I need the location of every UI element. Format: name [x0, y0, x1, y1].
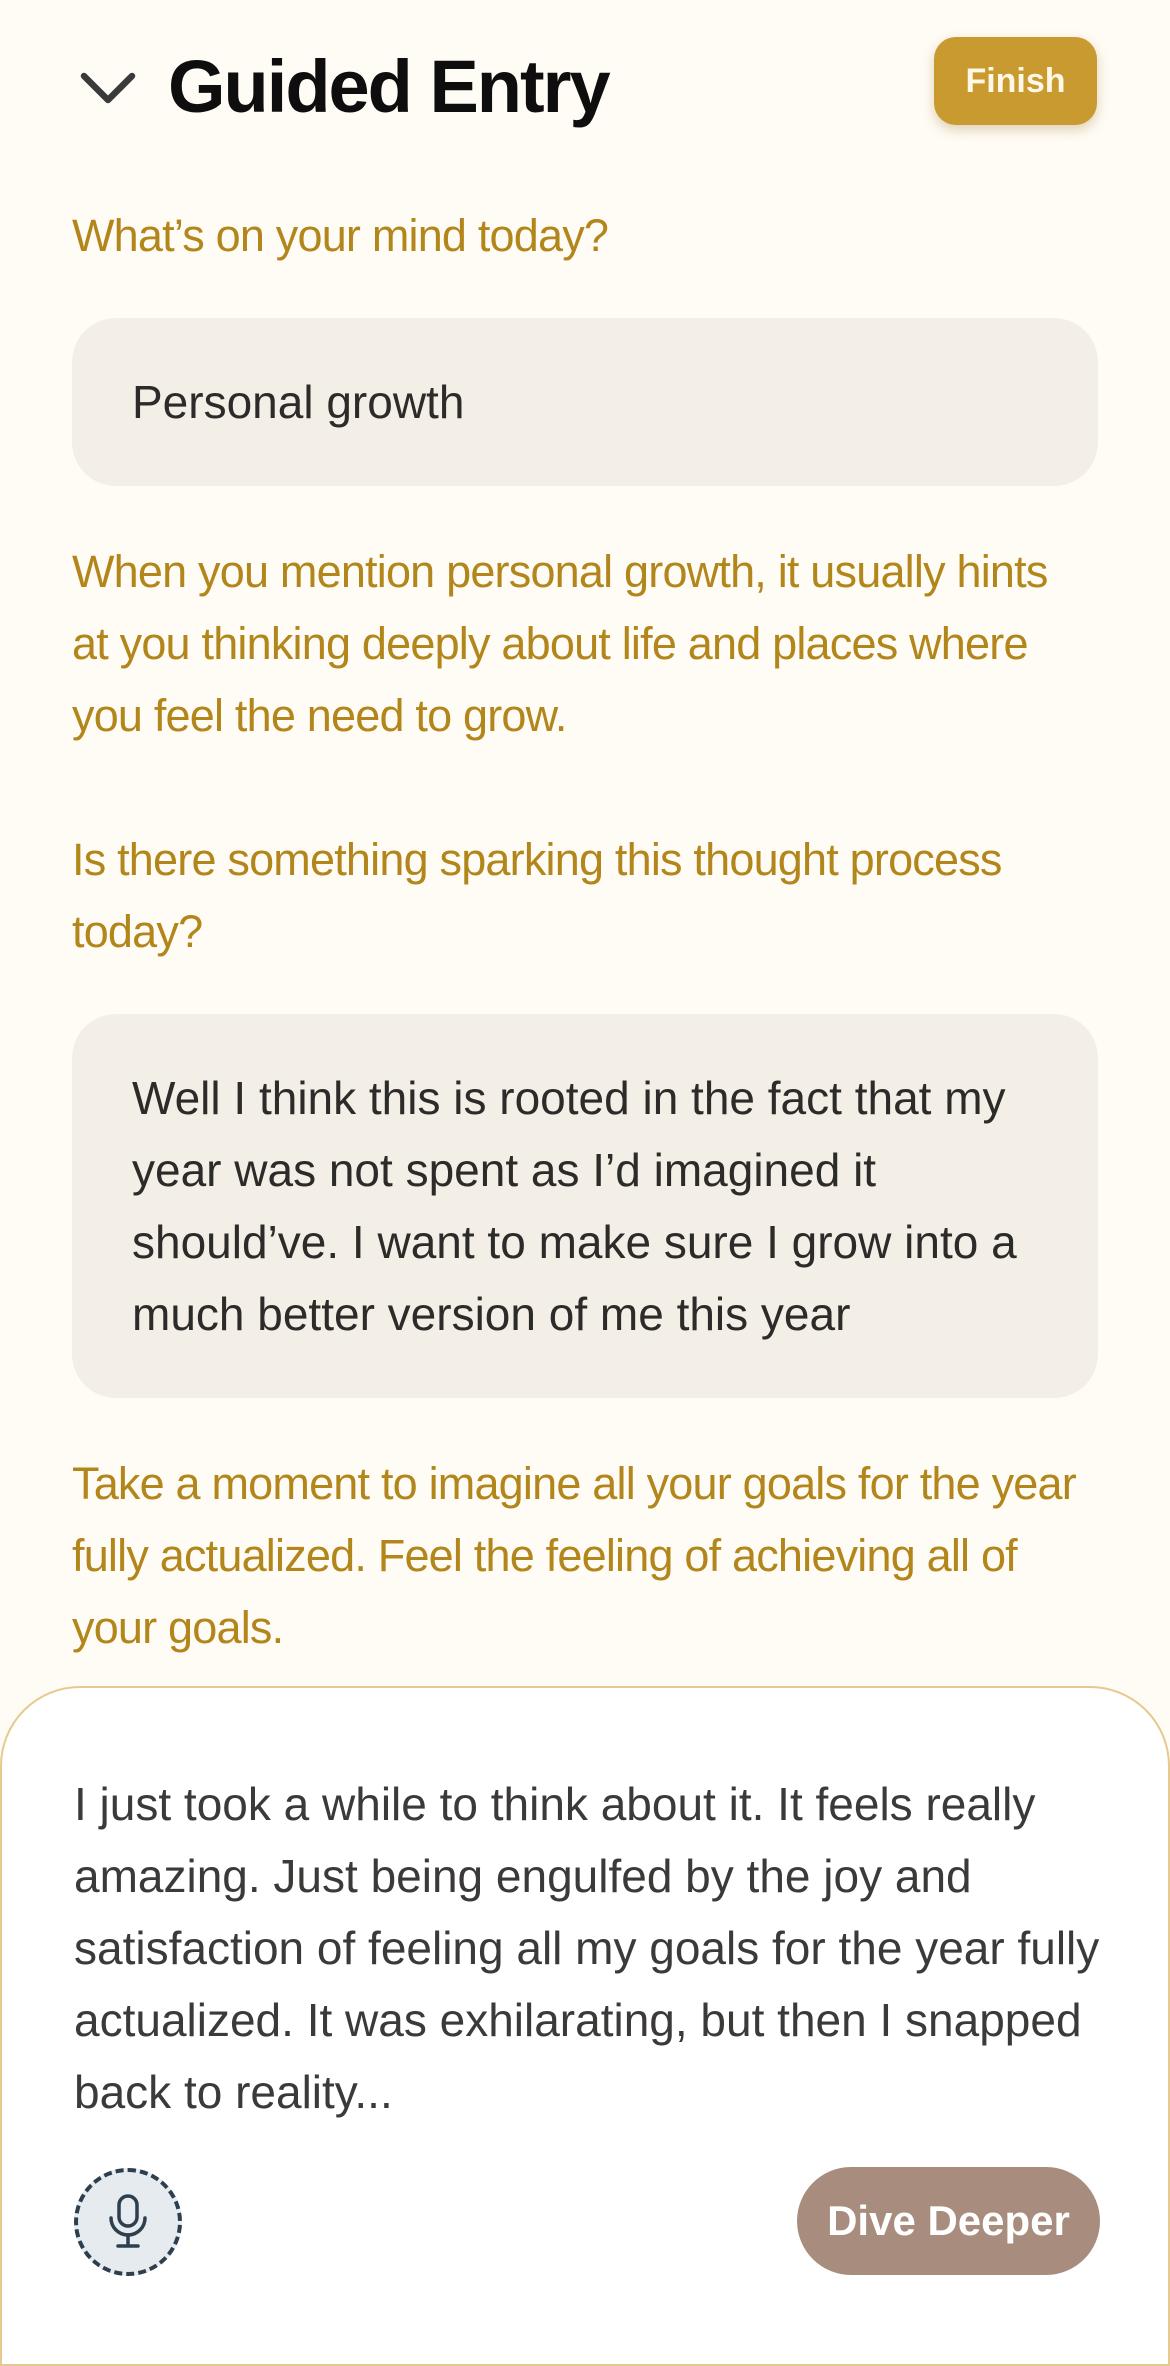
question-3: Take a moment to imagine all your goals … — [72, 1458, 1077, 1653]
page-title: Guided Entry — [168, 45, 611, 128]
answer-1: Personal growth — [72, 318, 1098, 486]
dive-deeper-button[interactable]: Dive Deeper — [797, 2167, 1100, 2275]
microphone-icon — [109, 2194, 147, 2248]
finish-button[interactable]: Finish — [934, 37, 1097, 125]
response-composer[interactable]: I just took a while to think about it. I… — [0, 1686, 1170, 2366]
question-1: What’s on your mind today? — [72, 210, 609, 261]
answer-2: Well I think this is rooted in the fact … — [72, 1014, 1098, 1398]
microphone-button[interactable] — [74, 2168, 182, 2276]
chevron-down-icon[interactable] — [78, 62, 138, 112]
composer-text[interactable]: I just took a while to think about it. I… — [74, 1768, 1114, 2128]
question-2: Is there something sparking this thought… — [72, 834, 1002, 957]
header: Guided Entry Finish — [0, 0, 1170, 170]
question-2-context: When you mention personal growth, it usu… — [72, 546, 1048, 741]
